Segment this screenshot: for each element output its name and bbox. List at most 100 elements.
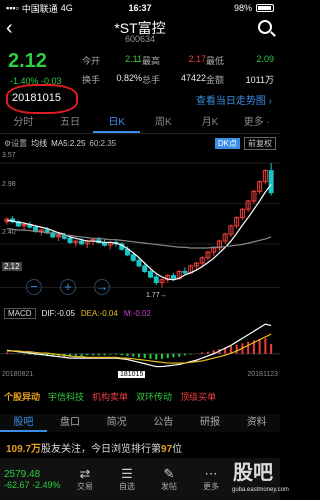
- toolbar-icon: ⇄: [79, 466, 91, 481]
- kline-chart[interactable]: [0, 150, 280, 310]
- toolbar-icon: ☰: [121, 466, 133, 481]
- ma60-value: 60:2.35: [89, 138, 117, 148]
- quote-label: 今开: [82, 56, 101, 66]
- quote-value: 2.11: [125, 54, 142, 64]
- candle-body: [182, 270, 188, 274]
- follow-text-end: 位: [172, 444, 183, 455]
- candle-body: [142, 265, 148, 272]
- toolbar-icon: ⋯: [204, 466, 218, 481]
- period-tabs: 分时 五日 日K 周K 月K 更多 ·: [0, 114, 280, 134]
- follow-count: 109.7万: [6, 444, 42, 455]
- event-title: 个股异动: [4, 391, 41, 402]
- selected-date: 20181015: [12, 92, 61, 104]
- candle-body: [147, 270, 154, 278]
- macd-svg: [0, 323, 280, 368]
- settings-button[interactable]: ⚙设置: [4, 138, 27, 149]
- period-tab[interactable]: 月K: [187, 114, 234, 133]
- macd-chart: [0, 320, 280, 370]
- toolbar-button[interactable]: ☰ 自选: [106, 466, 148, 492]
- watermark-logo: 股吧 guba.eastmoney.com: [232, 462, 289, 493]
- toolbar-label: 更多: [203, 482, 219, 491]
- info-tab[interactable]: 盘口: [47, 414, 94, 432]
- candle-body: [136, 259, 142, 267]
- quote-label: 金额: [206, 75, 225, 85]
- adjust-button[interactable]: 前复权: [244, 136, 276, 150]
- quote-value: 0.82%: [116, 73, 142, 83]
- toolbar-icon: ✎: [163, 466, 175, 481]
- low-price-mark: 1.77→: [146, 292, 167, 299]
- event-bar[interactable]: 个股异动 宇信科技 机构卖单 双环传动 顶级买单: [0, 388, 280, 404]
- date-start: 20180821: [2, 371, 34, 378]
- date-marker: 181015: [118, 371, 146, 378]
- candle-body: [130, 254, 136, 261]
- event-item[interactable]: 宇信科技: [48, 390, 84, 403]
- info-tab[interactable]: 公告: [140, 414, 187, 432]
- y-label-top: 3.57: [2, 152, 16, 159]
- date-end: 20181123: [247, 371, 278, 378]
- quote-label: 总手: [142, 75, 161, 85]
- stock-code: 600634: [124, 34, 156, 44]
- back-to-latest-button[interactable]: →: [94, 279, 110, 295]
- index-value: 2579.48: [4, 468, 41, 480]
- current-price-tag: 2.12: [2, 262, 22, 271]
- macd-bar: MACD DIF:-0.05 DEA:-0.04 M:-0.02: [0, 306, 280, 320]
- y-label-2: 2.98: [2, 181, 16, 188]
- event-item[interactable]: 双环传动: [136, 390, 172, 403]
- index-box[interactable]: 2579.48 -62.67 -2.49%: [0, 469, 64, 490]
- quote-label: 最高: [142, 56, 161, 66]
- battery-icon: [256, 4, 274, 12]
- period-tab[interactable]: 分时: [0, 114, 47, 133]
- quote-label: 换手: [82, 75, 101, 85]
- dea-value: DEA:-0.04: [80, 308, 118, 318]
- candle-body: [153, 276, 159, 284]
- event-item[interactable]: 顶级买单: [180, 390, 216, 403]
- quote-value: 47422: [180, 73, 206, 83]
- ma-label: 均线: [31, 138, 48, 148]
- info-tab[interactable]: 股吧: [0, 414, 47, 432]
- current-price: 2.12: [8, 50, 47, 72]
- info-tabs: 股吧 盘口 简况 公告 研报 资料: [0, 414, 280, 432]
- period-tab[interactable]: 更多 ·: [233, 114, 280, 133]
- candle-body: [268, 170, 274, 194]
- candle-body: [79, 240, 85, 245]
- nav-bar: ‹ *ST富控 600634: [0, 16, 280, 46]
- quote-value: 1011万: [245, 75, 274, 85]
- toolbar-label: 发帖: [161, 482, 177, 491]
- dk-button[interactable]: DK点: [214, 137, 240, 149]
- quote-value: 2.17: [188, 54, 206, 64]
- rank-number: 97: [161, 444, 173, 455]
- toolbar-button[interactable]: ⇄ 交易: [64, 466, 106, 492]
- toolbar-label: 自选: [119, 482, 135, 491]
- review-day-link[interactable]: 查看当日走势图 ›: [196, 92, 272, 107]
- info-tab[interactable]: 研报: [187, 414, 234, 432]
- ma-bar: ⚙设置 均线 MA5:2.25 60:2.35 DK点 前复权: [0, 136, 280, 150]
- quote-value: 2.09: [256, 54, 274, 64]
- date-axis: 20180821 181015 20181123: [0, 371, 280, 381]
- period-tab[interactable]: 周K: [140, 114, 187, 133]
- event-item[interactable]: 机构卖单: [92, 390, 128, 403]
- dif-line: [6, 323, 272, 368]
- info-tab[interactable]: 资料: [233, 414, 280, 432]
- ma5-value: MA5:2.25: [51, 138, 86, 148]
- zoom-in-button[interactable]: +: [60, 279, 76, 295]
- search-icon[interactable]: [258, 20, 272, 34]
- m-value: M:-0.02: [123, 308, 151, 318]
- zoom-out-button[interactable]: −: [26, 279, 42, 295]
- candle-body: [61, 235, 67, 239]
- info-tab[interactable]: 简况: [93, 414, 140, 432]
- index-change: -62.67 -2.49%: [4, 479, 61, 490]
- candle-body: [170, 275, 176, 279]
- kline-svg: [0, 162, 280, 288]
- toolbar-label: 交易: [77, 482, 93, 491]
- period-tab[interactable]: 五日: [47, 114, 94, 133]
- follow-bar: 109.7万股友关注，今日浏览排行第97位: [0, 436, 280, 458]
- quote-grid: 今开 2.11 最高 2.17 最低 2.09 换手 0.82% 总手 47422 金额 1011万: [82, 54, 274, 86]
- period-tab[interactable]: 日K: [93, 114, 141, 133]
- toolbar-button[interactable]: ✎ 发帖: [148, 466, 190, 492]
- follow-text: 股友关注，今日浏览排行第: [41, 444, 162, 455]
- quote-panel: 2.12 -1.40% -0.03 今开 2.11 最高 2.17 最低 2.09 换手 0.…: [0, 48, 280, 114]
- toolbar-button[interactable]: ⋯ 更多: [190, 466, 232, 492]
- macd-selector[interactable]: MACD: [4, 307, 36, 319]
- dif-value: DIF:-0.05: [41, 308, 75, 318]
- clock: 16:37: [128, 3, 152, 13]
